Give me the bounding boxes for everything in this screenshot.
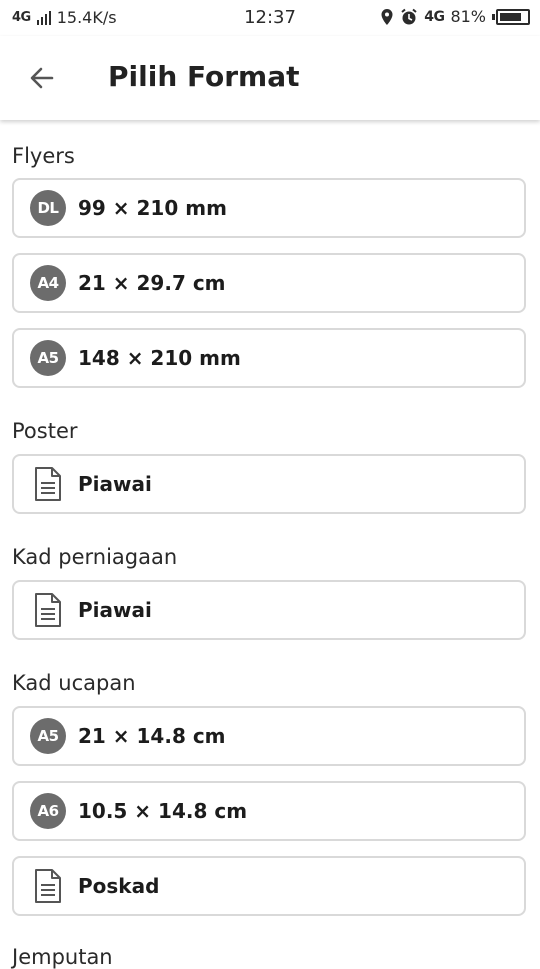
format-item-postcard[interactable]: Poskad: [12, 856, 526, 916]
format-size-label: 21 × 29.7 cm: [78, 271, 226, 295]
section-title-greeting-card: Kad ucapan: [12, 671, 136, 695]
format-size-label: 99 × 210 mm: [78, 196, 227, 220]
battery-icon: [492, 8, 530, 25]
format-badge: A5: [30, 340, 66, 376]
format-item-greeting-a6[interactable]: A6 10.5 × 14.8 cm: [12, 781, 526, 841]
format-label: Poskad: [78, 874, 160, 898]
format-item-dl[interactable]: DL 99 × 210 mm: [12, 178, 526, 238]
format-item-poster-standard[interactable]: Piawai: [12, 454, 526, 514]
format-badge: A4: [30, 265, 66, 301]
net-type-4g: 4G: [424, 8, 445, 25]
format-item-greeting-a5[interactable]: A5 21 × 14.8 cm: [12, 706, 526, 766]
status-right: 4G 81%: [380, 7, 530, 26]
format-size-label: 148 × 210 mm: [78, 346, 241, 370]
back-arrow-icon[interactable]: [26, 62, 58, 94]
document-icon: [35, 593, 61, 627]
alarm-icon: [401, 8, 417, 24]
format-size-label: 10.5 × 14.8 cm: [78, 799, 248, 823]
section-title-poster: Poster: [12, 419, 78, 443]
format-size-label: 21 × 14.8 cm: [78, 724, 226, 748]
section-title-business-card: Kad perniagaan: [12, 545, 178, 569]
format-badge: A6: [30, 793, 66, 829]
document-icon: [35, 869, 61, 903]
document-icon: [35, 467, 61, 501]
format-item-a4[interactable]: A4 21 × 29.7 cm: [12, 253, 526, 313]
location-icon: [381, 8, 393, 25]
app-bar: Pilih Format: [0, 36, 540, 120]
section-title-invitation: Jemputan: [12, 945, 113, 969]
format-item-a5[interactable]: A5 148 × 210 mm: [12, 328, 526, 388]
format-badge: A5: [30, 718, 66, 754]
format-badge: DL: [30, 190, 66, 226]
format-label: Piawai: [78, 598, 152, 622]
section-title-flyers: Flyers: [12, 144, 75, 168]
format-label: Piawai: [78, 472, 152, 496]
status-bar: 4G 15.4K/s 12:37 4G 81%: [0, 0, 540, 36]
format-item-business-card-standard[interactable]: Piawai: [12, 580, 526, 640]
page-title: Pilih Format: [108, 60, 300, 93]
battery-percent: 81%: [450, 7, 486, 26]
